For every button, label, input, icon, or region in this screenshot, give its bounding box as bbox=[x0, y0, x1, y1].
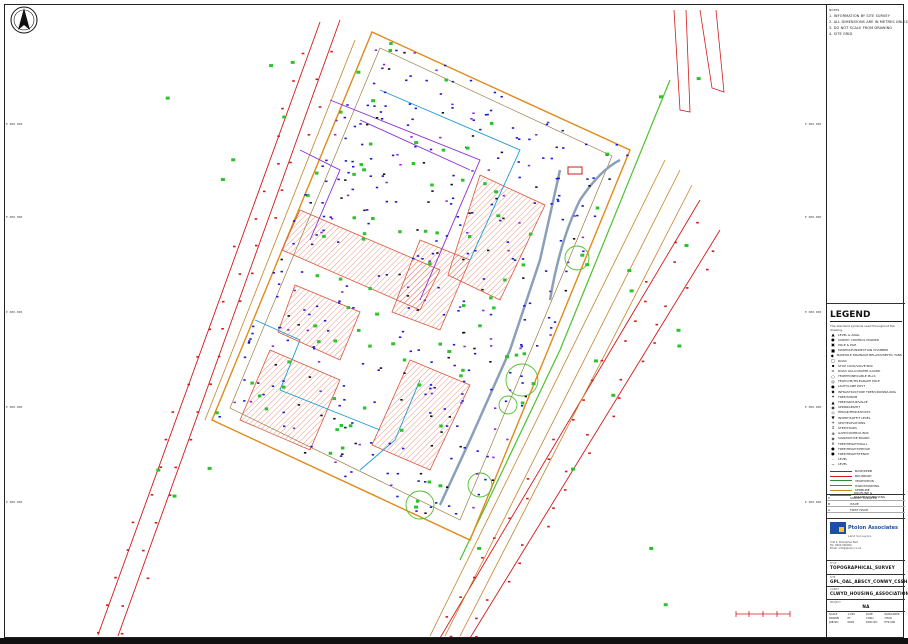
revision-description: SURVEY UPDATED bbox=[850, 495, 877, 500]
legend-item-label: SPRINKLER/PIT bbox=[838, 405, 861, 410]
dwg-value: PTS-000 bbox=[884, 621, 896, 624]
drawn-value: PT bbox=[847, 617, 851, 620]
revision-description: FIRST ISSUE bbox=[850, 507, 869, 512]
legend-item-label: LEVEL bbox=[838, 462, 848, 467]
legend-line-swatch bbox=[830, 485, 852, 487]
legend-item-label: TELECOM/TELEGRAPH POLE bbox=[838, 379, 880, 384]
drawing-sheet: E 000.000 E 000.000 E 000.000 E 000.000 … bbox=[0, 0, 908, 644]
legend-item-label: TREE/GROUP/VALVE bbox=[838, 400, 868, 405]
legend-line-swatch bbox=[830, 470, 852, 472]
company-name: Ptolon Associates bbox=[848, 525, 899, 531]
note-line: 1. INFORMATION BY SITE SURVEY bbox=[829, 14, 890, 18]
legend-item-label: GATE/CONTROL BOX bbox=[838, 431, 869, 436]
revision-letter: A bbox=[828, 507, 831, 512]
legend-item-label: INVERT/SOFFIT LEVEL bbox=[838, 415, 871, 420]
legend-item-label: SIGN/NOTICE BOARD bbox=[838, 436, 870, 441]
drawing-title-field: TITLE TOPOGRAPHICAL_SURVEY bbox=[827, 560, 905, 574]
notes-header: NOTES bbox=[829, 8, 840, 12]
date-label: DATE bbox=[866, 613, 873, 616]
site-value: GPL_OAL_ABSCY_CONWY_CSSH bbox=[830, 579, 908, 584]
project-value: NA bbox=[862, 604, 870, 609]
legend-item-label: TREE/SHRUB bbox=[838, 394, 858, 399]
project-field: PROJECT NA bbox=[827, 599, 905, 611]
revision-row: A FIRST ISSUE bbox=[827, 507, 905, 513]
legend-item: ◆ INFRASTRUCTURE TREE/CROWN/LONG bbox=[830, 389, 902, 394]
drawing-title: TOPOGRAPHICAL_SURVEY bbox=[830, 565, 895, 570]
company-logo-icon bbox=[830, 522, 846, 534]
legend-description: The standard symbols used throughout the… bbox=[830, 324, 895, 332]
scale-label: SCALE bbox=[829, 613, 838, 616]
note-line: 4. SITE GRID bbox=[829, 32, 853, 36]
legend-item-label: STOP COCK/VALVE BOX bbox=[838, 363, 873, 368]
legend-line-label: HARDSTANDING bbox=[855, 483, 880, 488]
legend-item-label: LIGHT/LAMP POST bbox=[838, 384, 866, 389]
company-panel: Ptolon Associates Land Surveyors Unit 4,… bbox=[827, 518, 905, 558]
legend-item-label: STEP/STAIRS bbox=[838, 425, 857, 430]
dwg-label: DWG NO bbox=[866, 621, 878, 624]
client-value: CLWYD_HOUSING_ASSOCIATION bbox=[830, 591, 908, 596]
checked-value: CHKD bbox=[884, 617, 892, 620]
revision-description: ISSUE bbox=[850, 501, 859, 506]
company-subtitle: Land Surveyors bbox=[848, 534, 872, 538]
legend-line-swatch bbox=[830, 489, 852, 491]
legend-item-label: INFRASTRUCTURE TREE/CROWN/LONG bbox=[838, 389, 896, 394]
revision-letter: B bbox=[828, 501, 831, 506]
note-line: 3. DO NOT SCALE FROM DRAWING bbox=[829, 26, 893, 30]
notes-panel: NOTES 1. INFORMATION BY SITE SURVEY 2. A… bbox=[827, 4, 908, 304]
legend-symbol-icon: − bbox=[831, 461, 835, 467]
legend-symbol-list: ▲ LEVEL & ANGL ● SURVEY CONTROL MARKER ▣ POLE… bbox=[830, 332, 902, 467]
legend-item-label: MANHOLE DRAINAGE BELAISS/SEPTIC TANK bbox=[836, 353, 902, 358]
drawing-info-grid: SCALE 1:250 DATE 00/00/0000 DRAWN PT CHK… bbox=[827, 611, 905, 638]
legend-line-label: VEGETATION bbox=[855, 478, 874, 483]
legend-item-label: TREE/HEIGHT/FENCE bbox=[838, 451, 870, 456]
legend-item-label: LEVEL & ANGL bbox=[838, 332, 860, 337]
legend-item: ◆ MANHOLE DRAINAGE BELAISS/SEPTIC TANK bbox=[830, 353, 902, 358]
sheet-bottom-bar bbox=[0, 638, 908, 644]
revision-letter: C bbox=[828, 495, 831, 500]
legend-item-label: SURVEY CONTROL MARKER bbox=[838, 337, 880, 342]
legend-item-label: ROAD GULLY/WATER GUARD bbox=[838, 368, 881, 373]
legend-line-swatch bbox=[830, 475, 852, 477]
checked-label: CHKD bbox=[866, 617, 874, 620]
legend-item-label: POLE & PILE bbox=[838, 342, 857, 347]
legend-item-label: ROAD bbox=[838, 358, 847, 363]
legend-item-label: LEVEL bbox=[838, 457, 848, 462]
note-line: 2. ALL DIMENSIONS ARE IN METRES UNLESS N… bbox=[829, 20, 908, 24]
legend-item: − LEVEL bbox=[830, 462, 902, 467]
site-field: SITE GPL_OAL_ABSCY_CONWY_CSSH bbox=[827, 574, 908, 586]
legend-item-label: TELEPHONE/CABLE PILLS bbox=[838, 374, 876, 379]
drawn-label: DRAWN bbox=[829, 617, 839, 620]
legend-line-label: BASE/KERB bbox=[855, 469, 872, 474]
legend-item-label: HEDGE/FENCE/POSTS bbox=[838, 410, 871, 415]
legend-panel: LEGEND The standard symbols used through… bbox=[827, 306, 905, 499]
title-block: NOTES 1. INFORMATION BY SITE SURVEY 2. A… bbox=[826, 4, 908, 638]
scale-value: 1:250 bbox=[847, 613, 855, 616]
sheet-border bbox=[4, 4, 904, 638]
legend-item-label: SPOT/ELEVATIONS bbox=[838, 420, 866, 425]
company-address-line: Email: info@ptolon.co.uk bbox=[830, 547, 862, 551]
legend-item-label: MANHOLE/INSPECTION CHAMBER bbox=[838, 348, 889, 353]
legend-line-label: BOUNDARY bbox=[855, 474, 872, 479]
client-field: CLIENT CLWYD_HOUSING_ASSOCIATION bbox=[827, 586, 908, 599]
job-value: 0000 bbox=[847, 621, 855, 624]
legend-item-label: TREE/HEIGHT/WALL bbox=[838, 441, 868, 446]
legend-item-label: TREE/HEIGHT/HEDGE bbox=[838, 446, 870, 451]
job-label: JOB NO bbox=[829, 621, 839, 624]
date-value: 00/00/0000 bbox=[884, 613, 900, 616]
legend-line-swatch bbox=[830, 480, 852, 482]
revision-table: C SURVEY UPDATED B ISSUE A FIRST ISSUE bbox=[827, 494, 905, 516]
legend-title: LEGEND bbox=[830, 310, 902, 322]
